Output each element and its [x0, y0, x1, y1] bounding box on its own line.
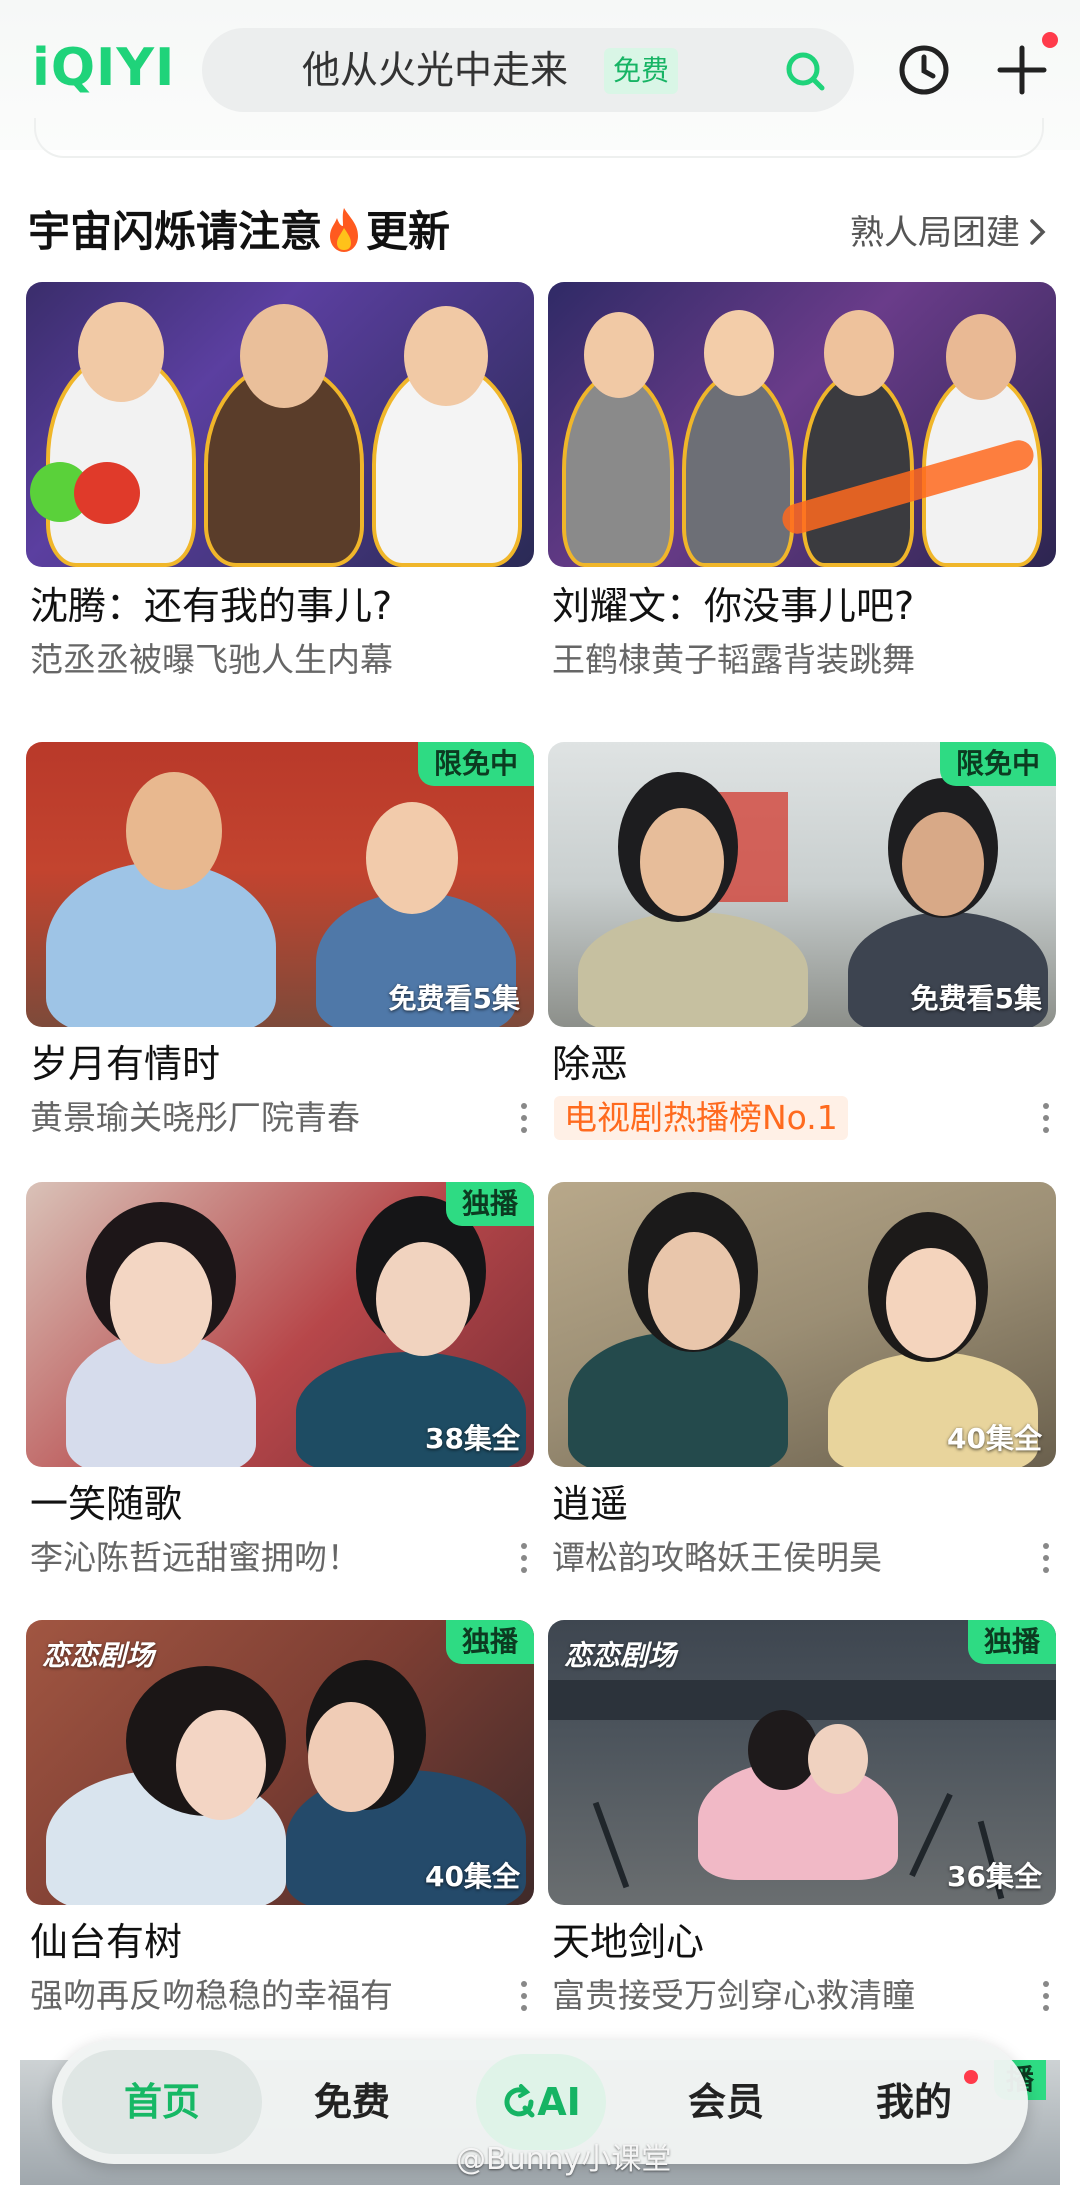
badge: 独播	[445, 1620, 534, 1664]
more-options-icon[interactable]	[514, 1538, 534, 1578]
more-options-icon[interactable]	[514, 1976, 534, 2016]
nav-ai-label: AI	[537, 2080, 581, 2124]
search-query: 他从火光中走来	[302, 48, 569, 92]
video-thumbnail[interactable]: 限免中 免费看5集	[548, 742, 1056, 1027]
studio-logo: 恋恋剧场	[42, 1639, 155, 1672]
search-free-tag: 免费	[604, 48, 679, 94]
nav-home[interactable]: 首页	[62, 2050, 262, 2154]
section-title-text: 宇宙闪烁请注意	[28, 207, 323, 256]
video-title[interactable]: 岁月有情时	[30, 1040, 220, 1088]
top-bar: iQIYI 他从火光中走来 免费	[0, 0, 1080, 158]
video-subtitle: 李沁陈哲远甜蜜拥吻！	[30, 1538, 360, 1577]
video-thumbnail[interactable]: 限免中 免费看5集	[26, 742, 534, 1027]
video-thumbnail[interactable]	[26, 282, 534, 567]
video-thumbnail[interactable]	[548, 282, 1056, 567]
video-title[interactable]: 一笑随歌	[30, 1480, 182, 1528]
chevron-right-icon	[1030, 219, 1046, 245]
watermark: @Bunny小课堂	[456, 2142, 672, 2177]
video-card[interactable]: 限免中 免费看5集 除恶 电视剧热播榜No.1	[548, 742, 1056, 1140]
video-title[interactable]: 沈腾：还有我的事儿?	[30, 582, 392, 630]
video-title[interactable]: 刘耀文：你没事儿吧?	[552, 582, 914, 630]
episode-count: 40集全	[425, 1860, 520, 1893]
badge: 限免中	[939, 742, 1056, 786]
video-title[interactable]: 除恶	[552, 1040, 628, 1088]
fire-icon	[330, 208, 359, 252]
video-card[interactable]: 恋恋剧场 独播 36集全 天地剑心 富贵接受万剑穿心救清瞳	[548, 1620, 1056, 2015]
badge: 限免中	[417, 742, 534, 786]
video-card[interactable]: 恋恋剧场 独播 40集全 仙台有树 强吻再反吻稳稳的幸福有	[26, 1620, 534, 2015]
video-card[interactable]: 限免中 免费看5集 岁月有情时 黄景瑜关晓彤厂院青春	[26, 742, 534, 1137]
search-bar[interactable]: 他从火光中走来 免费	[202, 28, 854, 112]
nav-mine[interactable]: 我的	[834, 2040, 994, 2164]
video-thumbnail[interactable]: 独播 38集全	[26, 1182, 534, 1467]
video-title[interactable]: 天地剑心	[552, 1918, 704, 1966]
studio-logo: 恋恋剧场	[564, 1639, 677, 1672]
more-options-icon[interactable]	[1036, 1538, 1056, 1578]
video-card[interactable]: 沈腾：还有我的事儿? 范丞丞被曝飞驰人生内幕	[26, 282, 534, 679]
video-subtitle: 王鹤棣黄子韬露背装跳舞	[552, 640, 915, 679]
nav-free[interactable]: 免费	[272, 2040, 432, 2164]
rank-tag[interactable]: 电视剧热播榜No.1	[554, 1096, 848, 1140]
section-title: 宇宙闪烁请注意 更新	[28, 205, 450, 259]
more-options-icon[interactable]	[514, 1098, 534, 1138]
episode-count: 40集全	[947, 1422, 1042, 1455]
video-thumbnail[interactable]: 恋恋剧场 独播 40集全	[26, 1620, 534, 1905]
episode-count: 38集全	[425, 1422, 520, 1455]
app-screen: iQIYI 他从火光中走来 免费 宇宙闪烁请注意 更新 熟人局团建 沈腾：还有我…	[0, 0, 1080, 2185]
video-thumbnail[interactable]: 恋恋剧场 独播 36集全	[548, 1620, 1056, 1905]
section-more-label: 熟人局团建	[850, 213, 1020, 253]
ai-refresh-icon	[504, 2084, 535, 2118]
section-title-update: 更新	[366, 207, 451, 256]
episode-count: 免费看5集	[388, 982, 520, 1015]
video-subtitle: 强吻再反吻稳稳的幸福有	[30, 1976, 393, 2015]
video-card[interactable]: 刘耀文：你没事儿吧? 王鹤棣黄子韬露背装跳舞	[548, 282, 1056, 679]
video-title[interactable]: 逍遥	[552, 1480, 628, 1528]
add-icon[interactable]	[994, 42, 1050, 98]
notification-dot	[964, 2070, 978, 2084]
video-card[interactable]: 独播 38集全 一笑随歌 李沁陈哲远甜蜜拥吻！	[26, 1182, 534, 1577]
iqiyi-logo[interactable]: iQIYI	[32, 38, 175, 98]
more-options-icon[interactable]	[1036, 1098, 1056, 1138]
video-subtitle: 谭松韵攻略妖王侯明昊	[552, 1538, 882, 1577]
video-card[interactable]: 40集全 逍遥 谭松韵攻略妖王侯明昊	[548, 1182, 1056, 1577]
episode-count: 36集全	[947, 1860, 1042, 1893]
video-subtitle: 黄景瑜关晓彤厂院青春	[30, 1098, 360, 1137]
episode-count: 免费看5集	[910, 982, 1042, 1015]
video-subtitle: 范丞丞被曝飞驰人生内幕	[30, 640, 393, 679]
video-thumbnail[interactable]: 40集全	[548, 1182, 1056, 1467]
notification-dot	[1042, 32, 1058, 48]
video-subtitle: 富贵接受万剑穿心救清瞳	[552, 1976, 915, 2015]
section-more-link[interactable]: 熟人局团建	[850, 208, 1050, 258]
badge: 独播	[967, 1620, 1056, 1664]
card-edge	[34, 118, 1044, 158]
search-icon[interactable]	[782, 48, 828, 94]
more-options-icon[interactable]	[1036, 1976, 1056, 2016]
video-title[interactable]: 仙台有树	[30, 1918, 182, 1966]
history-icon[interactable]	[896, 42, 952, 98]
badge: 独播	[445, 1182, 534, 1226]
